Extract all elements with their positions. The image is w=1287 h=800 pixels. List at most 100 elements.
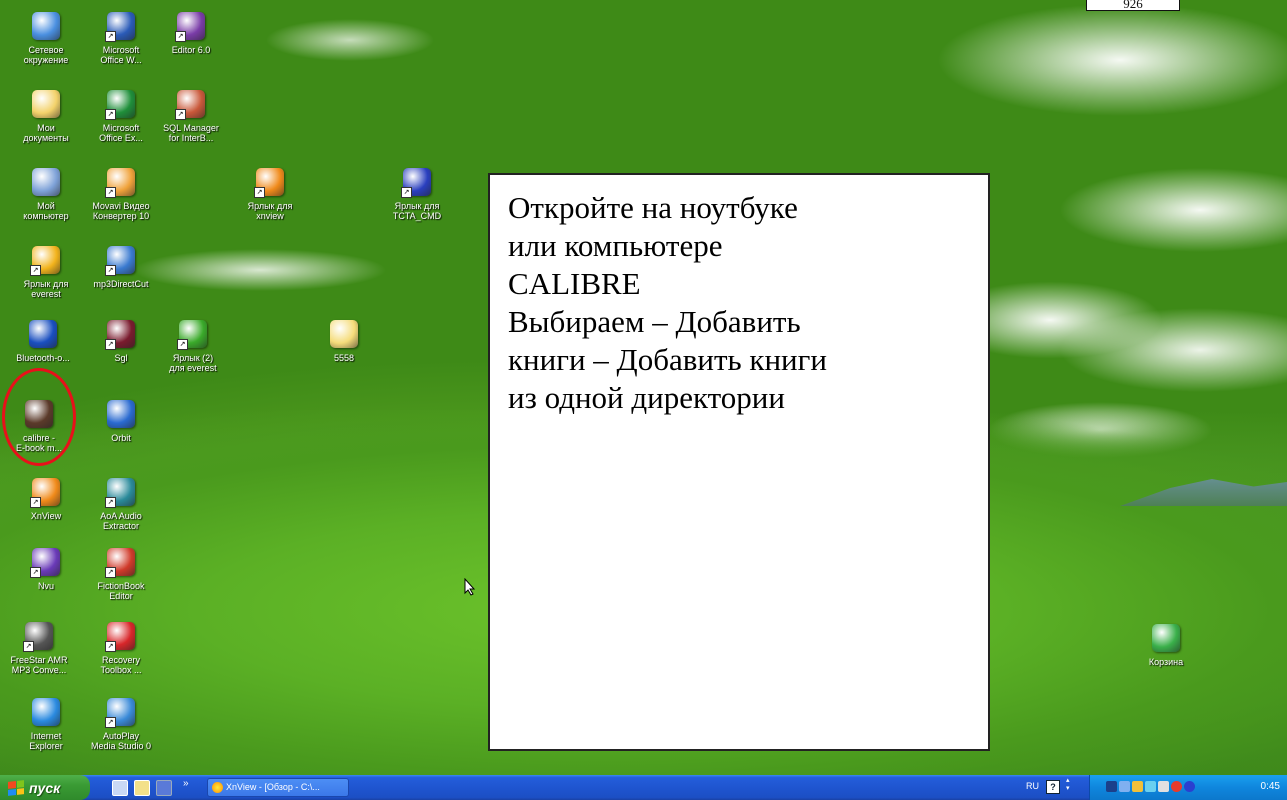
quick-launch (112, 780, 172, 796)
desktop-icon-xnview[interactable]: ↗ XnView (9, 476, 83, 521)
sqlmanager-icon: ↗ (175, 88, 207, 120)
notepad-icon[interactable] (134, 780, 150, 796)
desktop-icon-tcta[interactable]: ↗ Ярлык для TCTA_CMD (380, 166, 454, 221)
recycle-icon (1150, 622, 1182, 654)
instruction-line: CALIBRE (508, 266, 641, 301)
antivirus-tray-icon[interactable] (1171, 781, 1182, 792)
desktop-icon-mydocs[interactable]: Мои документы (9, 88, 83, 143)
sgl-icon: ↗ (105, 318, 137, 350)
shortcut-arrow-icon: ↗ (105, 339, 116, 350)
desktop-icon-label: Мои документы (23, 123, 69, 143)
freestar-icon: ↗ (23, 620, 55, 652)
desktop-icon-editor[interactable]: ↗ Editor 6.0 (154, 10, 228, 55)
desktop-icon-label: FictionBook Editor (97, 581, 145, 601)
desktop-icon-mp3directcut[interactable]: ↗ mp3DirectCut (84, 244, 158, 289)
task-label: XnView - [Обзор - C:\... (226, 782, 320, 792)
desktop-icon-label: Сетевое окружение (23, 45, 69, 65)
desktop-icon-nvu[interactable]: ↗ Nvu (9, 546, 83, 591)
desktop-icon-label: AutoPlay Media Studio 0 (90, 731, 152, 751)
clock[interactable]: 0:45 (1261, 781, 1280, 792)
desktop-icon-label: mp3DirectCut (93, 279, 149, 289)
mouse-cursor-icon (464, 578, 476, 596)
save-tray-icon[interactable] (1106, 781, 1117, 792)
mp3-launch-icon[interactable] (156, 780, 172, 796)
bluetooth-icon (27, 318, 59, 350)
desktop-icon-xnview-shortcut[interactable]: ↗ Ярлык для xnview (233, 166, 307, 221)
xnview-shortcut-icon: ↗ (254, 166, 286, 198)
connection-tray-icon[interactable] (1145, 781, 1156, 792)
shortcut-arrow-icon: ↗ (105, 31, 116, 42)
volume-tray-icon[interactable] (1158, 781, 1169, 792)
desktop-icon-label: Editor 6.0 (171, 45, 211, 55)
word-icon: ↗ (105, 10, 137, 42)
system-tray: 0:45 (1089, 775, 1287, 800)
shortcut-arrow-icon: ↗ (105, 109, 116, 120)
desktop-icon-autoplay[interactable]: ↗ AutoPlay Media Studio 0 (84, 696, 158, 751)
mycomputer-icon (30, 166, 62, 198)
desktop-icon-sgl[interactable]: ↗ Sgl (84, 318, 158, 363)
desktop-icon-freestar[interactable]: ↗ FreeStar AMR MP3 Conve... (2, 620, 76, 675)
desktop-icon-aoa[interactable]: ↗ AoA Audio Extractor (84, 476, 158, 531)
desktop-icon-folder5558[interactable]: 5558 (307, 318, 381, 363)
desktop-icon-sqlmanager[interactable]: ↗ SQL Manager for InterB... (154, 88, 228, 143)
language-indicator[interactable]: RU (1026, 781, 1039, 791)
desktop-icon-movavi[interactable]: ↗ Movavi Видео Конвертер 10 (84, 166, 158, 221)
xnview-icon: ↗ (30, 476, 62, 508)
start-button[interactable]: пуск (0, 775, 90, 800)
desktop-icon-label: Microsoft Office W... (100, 45, 142, 65)
taskbar: пуск » XnView - [Обзор - C:\... RU ? ▴ ▾ … (0, 775, 1287, 800)
desktop-icon-everest2[interactable]: ↗ Ярлык (2) для everest (156, 318, 230, 373)
mp3directcut-icon: ↗ (105, 244, 137, 276)
desktop-icon-label: Ярлык (2) для everest (169, 353, 217, 373)
desktop-icon-label: Bluetooth-о... (16, 353, 70, 363)
everest2-icon: ↗ (177, 318, 209, 350)
desktop-icon-mycomputer[interactable]: Мой компьютер (9, 166, 83, 221)
excel-icon: ↗ (105, 88, 137, 120)
shortcut-arrow-icon: ↗ (30, 265, 41, 276)
folder5558-icon (328, 318, 360, 350)
windows-logo-icon (8, 779, 24, 796)
desktop-icon-recycle[interactable]: Корзина (1129, 622, 1203, 667)
tcta-icon: ↗ (401, 166, 433, 198)
desktop-icon-label: Orbit (111, 433, 131, 443)
mydocs-icon (30, 88, 62, 120)
page-number: 926 (1086, 0, 1180, 11)
shortcut-arrow-icon: ↗ (105, 265, 116, 276)
shortcut-arrow-icon: ↗ (105, 497, 116, 508)
calibre-highlight-ellipse (2, 368, 76, 466)
ie-icon (30, 696, 62, 728)
desktop-icon-orbit[interactable]: Orbit (84, 398, 158, 443)
desktop-icon-word[interactable]: ↗ Microsoft Office W... (84, 10, 158, 65)
quick-launch-chevron-icon[interactable]: » (183, 778, 189, 789)
shortcut-arrow-icon: ↗ (175, 31, 186, 42)
desktop-icon-label: Nvu (37, 581, 54, 591)
bluetooth-tray-icon[interactable] (1184, 781, 1195, 792)
security-tray-icon[interactable] (1132, 781, 1143, 792)
desktop-icon-recovery[interactable]: ↗ Recovery Toolbox ... (84, 620, 158, 675)
desktop-icon-bluetooth[interactable]: Bluetooth-о... (6, 318, 80, 363)
desktop-icon-label: Ярлык для TCTA_CMD (392, 201, 442, 221)
network-tray-icon[interactable] (1119, 781, 1130, 792)
desktop-icon-label: SQL Manager for InterB... (163, 123, 219, 143)
language-bar-arrows-icon[interactable]: ▴ ▾ (1066, 777, 1070, 793)
instruction-line: книги – Добавить книги (508, 342, 827, 377)
desktop-icon-network[interactable]: Сетевое окружение (9, 10, 83, 65)
nvu-icon: ↗ (30, 546, 62, 578)
desktop-icon-label: XnView (30, 511, 62, 521)
movavi-icon: ↗ (105, 166, 137, 198)
desktop-icon-ie[interactable]: Internet Explorer (9, 696, 83, 751)
help-icon[interactable]: ? (1046, 780, 1060, 794)
shortcut-arrow-icon: ↗ (254, 187, 265, 198)
shortcut-arrow-icon: ↗ (175, 109, 186, 120)
everest-icon: ↗ (30, 244, 62, 276)
taskbar-button-xnview[interactable]: XnView - [Обзор - C:\... (207, 778, 349, 797)
show-desktop-icon[interactable] (112, 780, 128, 796)
instruction-line: Откройте на ноутбуке (508, 190, 798, 225)
network-icon (30, 10, 62, 42)
desktop-icon-label: 5558 (333, 353, 355, 363)
desktop-icon-excel[interactable]: ↗ Microsoft Office Ex... (84, 88, 158, 143)
desktop-icon-label: Sgl (114, 353, 128, 363)
desktop-icon-everest[interactable]: ↗ Ярлык для everest (9, 244, 83, 299)
desktop-icon-fictionbook[interactable]: ↗ FictionBook Editor (84, 546, 158, 601)
autoplay-icon: ↗ (105, 696, 137, 728)
